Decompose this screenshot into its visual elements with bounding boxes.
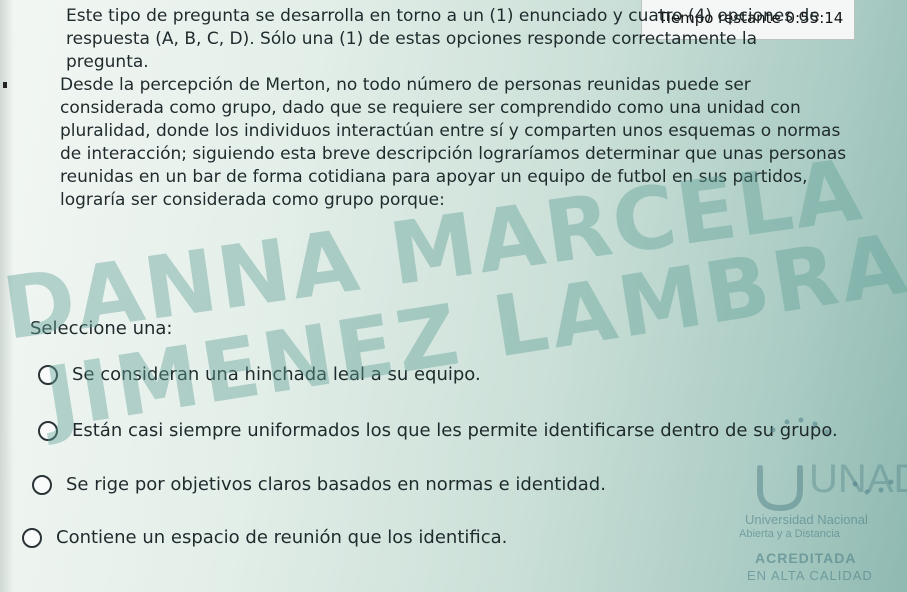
logo-accreditation: ACREDITADA	[755, 550, 857, 566]
question-text: Desde la percepción de Merton, no todo n…	[60, 75, 847, 210]
logo-quality: EN ALTA CALIDAD	[747, 568, 873, 583]
logo-university-name: Universidad Nacional	[745, 512, 868, 527]
select-one-label: Seleccione una:	[30, 318, 173, 339]
radio-button-c[interactable]	[32, 474, 52, 495]
left-edge-shadow	[0, 0, 14, 592]
radio-button-d[interactable]	[22, 527, 42, 548]
radio-button-a[interactable]	[38, 364, 58, 385]
answer-option-b-label[interactable]: Están casi siempre uniformados los que l…	[72, 420, 838, 441]
answer-option-d[interactable]: Contiene un espacio de reunión que los i…	[22, 527, 507, 548]
answer-option-c-label[interactable]: Se rige por objetivos claros basados en …	[66, 474, 606, 495]
unad-emblem-icon: UNAD	[757, 417, 907, 512]
unad-mark-text: UNAD	[809, 457, 907, 501]
answer-option-a[interactable]: Se consideran una hinchada leal a su equ…	[38, 364, 481, 385]
logo-university-subtitle: Abierta y a Distancia	[739, 528, 840, 540]
answer-option-c[interactable]: Se rige por objetivos claros basados en …	[32, 474, 606, 495]
radio-button-b[interactable]	[38, 420, 58, 441]
answer-option-b[interactable]: Están casi siempre uniformados los que l…	[38, 420, 838, 441]
answer-option-d-label[interactable]: Contiene un espacio de reunión que los i…	[56, 527, 507, 548]
instructions-text: Este tipo de pregunta se desarrolla en t…	[66, 6, 820, 72]
edge-marker	[3, 82, 7, 88]
answer-option-a-label[interactable]: Se consideran una hinchada leal a su equ…	[72, 364, 481, 385]
